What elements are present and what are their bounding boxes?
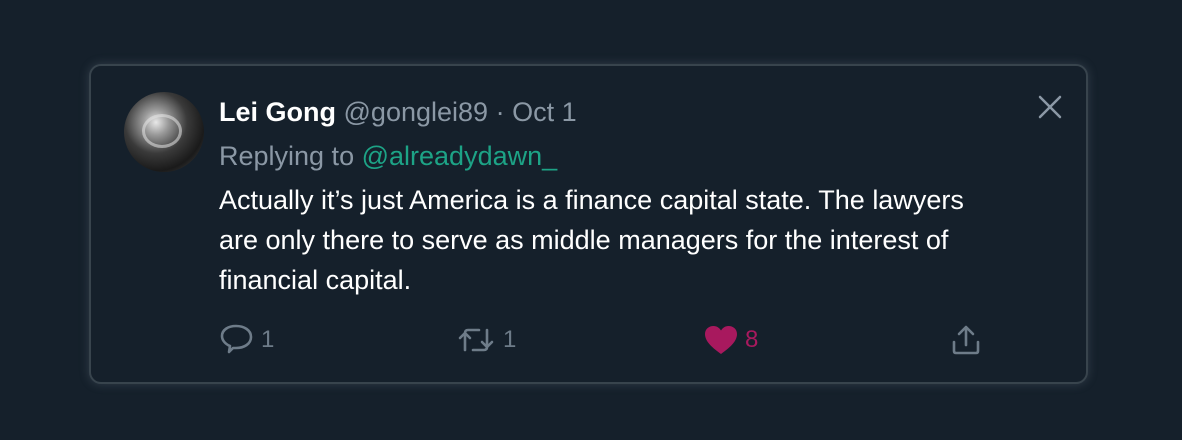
replying-to-mention[interactable]: @alreadydawn_: [362, 141, 558, 171]
tweet-header: Lei Gong @gonglei89 · Oct 1: [219, 94, 577, 130]
retweet-icon: [458, 328, 494, 352]
reply-count: 1: [261, 326, 275, 353]
avatar[interactable]: [124, 92, 204, 172]
heart-icon: [705, 326, 737, 354]
retweet-count: 1: [503, 326, 517, 353]
author-name[interactable]: Lei Gong: [219, 97, 336, 127]
avatar-image-detail: [142, 114, 182, 148]
retweet-button[interactable]: 1: [457, 324, 516, 356]
like-button[interactable]: 8: [703, 324, 758, 356]
tweet-date[interactable]: Oct 1: [512, 97, 577, 127]
replying-to-label: Replying to: [219, 141, 355, 171]
reply-button[interactable]: 1: [219, 324, 274, 356]
replying-to-line: Replying to @alreadydawn_: [219, 138, 557, 174]
separator-dot: ·: [495, 97, 505, 127]
close-icon: [1038, 95, 1062, 119]
share-button[interactable]: [949, 324, 983, 356]
close-button[interactable]: [1035, 92, 1065, 122]
tweet-card[interactable]: Lei Gong @gonglei89 · Oct 1 Replying to …: [89, 64, 1088, 384]
tweet-text: Actually it’s just America is a finance …: [219, 185, 964, 295]
author-handle[interactable]: @gonglei89: [344, 97, 489, 127]
like-count: 8: [745, 326, 759, 353]
share-icon: [952, 325, 980, 355]
reply-icon: [220, 324, 253, 354]
